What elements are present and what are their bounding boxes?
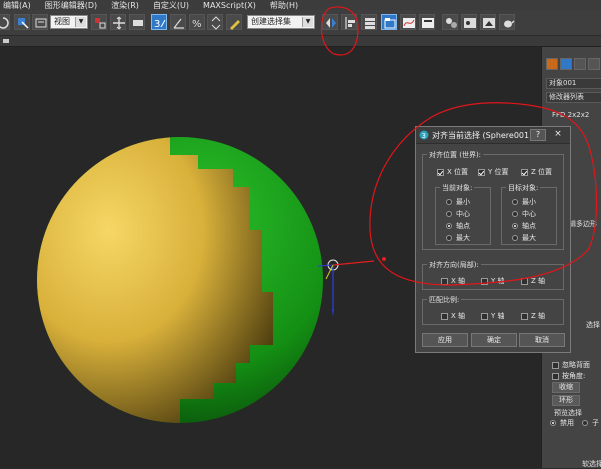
annotation-overlay [320, 6, 598, 286]
annotation-circle-dialog [369, 102, 598, 286]
annotation-circle-align-tool [320, 6, 359, 56]
